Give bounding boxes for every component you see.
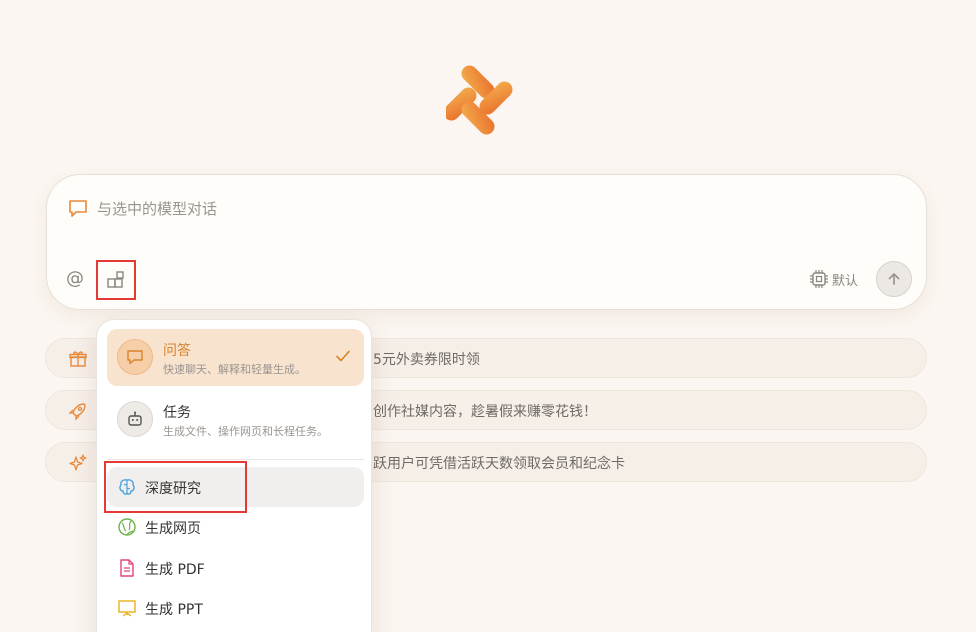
chat-input-box[interactable]: 与选中的模型对话 @ 默认 <box>46 174 927 310</box>
arrow-up-icon <box>888 273 900 285</box>
sparkle-icon <box>69 454 87 471</box>
mode-subtitle: 快速聊天、解释和轻量生成。 <box>163 363 306 376</box>
tool-item-deep-research[interactable]: 深度研究 <box>107 467 364 507</box>
mode-item-qa[interactable]: 问答 快速聊天、解释和轻量生成。 <box>107 329 364 386</box>
send-button[interactable] <box>876 261 912 297</box>
menu-divider <box>107 459 364 460</box>
mode-icon-wrap <box>117 401 153 437</box>
mention-at-button[interactable]: @ <box>66 268 84 289</box>
app-logo-icon <box>446 65 513 135</box>
pdf-file-icon <box>120 559 134 577</box>
model-selector-label[interactable]: 默认 <box>832 270 858 289</box>
mode-title: 问答 <box>163 343 191 359</box>
mode-subtitle: 生成文件、操作网页和长程任务。 <box>163 425 328 438</box>
promo-text: 跃用户可凭借活跃天数领取会员和纪念卡 <box>373 456 625 472</box>
promo-text: 创作社媒内容，趁暑假来赚零花钱！ <box>373 404 597 420</box>
tool-label: 生成 PPT <box>145 602 203 618</box>
promo-text: 5元外卖券限时领 <box>373 352 480 368</box>
tool-label: 生成 PDF <box>145 562 205 578</box>
tool-item-webpage[interactable]: 生成网页 <box>107 507 364 547</box>
robot-icon <box>128 411 142 426</box>
checkmark-icon <box>336 350 350 362</box>
mode-icon-wrap <box>117 339 153 375</box>
tools-dropdown-menu: 问答 快速聊天、解释和轻量生成。 任务 生成文件、操作网页和长程任务。 深度研究 <box>96 319 372 632</box>
rocket-icon <box>68 403 86 421</box>
presentation-icon <box>118 600 136 617</box>
chat-bubble-icon <box>127 350 143 365</box>
tool-label: 生成网页 <box>145 521 201 537</box>
gift-icon <box>69 351 87 367</box>
globe-icon <box>118 518 136 536</box>
tools-menu-button[interactable] <box>96 260 136 300</box>
mode-title: 任务 <box>163 405 191 421</box>
tool-item-pdf[interactable]: 生成 PDF <box>107 548 364 588</box>
apps-grid-icon <box>107 271 124 288</box>
mode-item-task[interactable]: 任务 生成文件、操作网页和长程任务。 <box>107 391 364 448</box>
cpu-chip-icon[interactable] <box>809 269 829 289</box>
chat-input-placeholder[interactable]: 与选中的模型对话 <box>97 198 217 219</box>
chat-bubble-icon <box>69 200 87 217</box>
tool-item-ppt[interactable]: 生成 PPT <box>107 588 364 628</box>
tool-label: 深度研究 <box>145 481 201 497</box>
brain-icon <box>119 479 135 495</box>
